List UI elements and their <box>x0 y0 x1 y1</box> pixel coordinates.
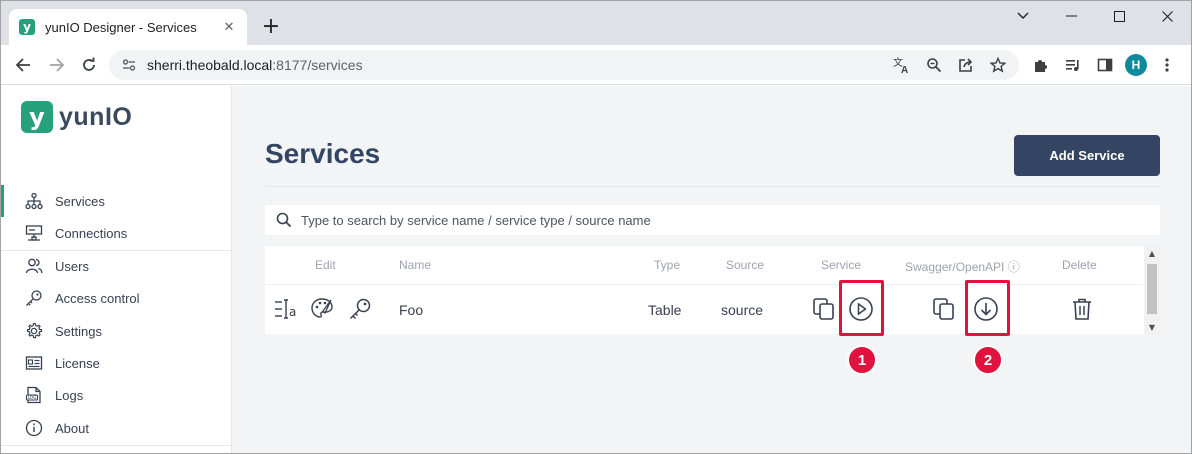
table-scrollbar[interactable]: ▲ ▼ <box>1144 246 1160 334</box>
header-delete: Delete <box>1062 258 1097 272</box>
reload-icon[interactable] <box>77 53 101 77</box>
sidebar-divider <box>1 445 231 446</box>
service-type: Table <box>648 302 682 318</box>
hierarchy-icon <box>25 192 43 210</box>
address-bar[interactable]: sherri.theobald.local:8177/services 文A <box>109 50 1019 80</box>
sidebar-item-label: Services <box>55 193 105 209</box>
omnibox-actions: 文A <box>891 54 1009 76</box>
search-icon <box>275 211 293 229</box>
edit-text-icon[interactable]: a <box>273 296 299 322</box>
profile-avatar[interactable]: H <box>1125 54 1147 76</box>
header-name[interactable]: Name <box>399 258 431 272</box>
sidebar: y yunIO Services Connections Users Acces… <box>1 86 232 453</box>
gear-icon <box>25 322 43 340</box>
users-icon <box>25 257 43 275</box>
side-panel-icon[interactable] <box>1093 53 1117 77</box>
services-table: Edit Name Type Source Service Swagger/Op… <box>265 246 1160 334</box>
header-swagger: Swagger/OpenAPI ⓘ <box>905 260 1020 274</box>
info-icon <box>25 419 43 437</box>
sidebar-item-settings[interactable]: Settings <box>1 315 231 347</box>
search-bar[interactable] <box>265 205 1160 235</box>
svg-text:a: a <box>289 305 296 319</box>
sidebar-item-label: Connections <box>55 225 128 241</box>
sidebar-item-label: About <box>55 420 89 436</box>
translate-icon[interactable]: 文A <box>891 54 913 76</box>
header-edit: Edit <box>315 258 336 272</box>
scroll-up-arrow-icon[interactable]: ▲ <box>1147 248 1157 258</box>
tab-close-icon[interactable]: ✕ <box>221 19 237 35</box>
tab-title: yunIO Designer - Services <box>45 19 197 35</box>
annotation-highlight-download <box>965 280 1010 336</box>
sidebar-item-logs[interactable]: LOG Logs <box>1 379 231 411</box>
scroll-down-arrow-icon[interactable]: ▼ <box>1147 322 1157 332</box>
sidebar-item-about[interactable]: About <box>1 412 231 444</box>
add-service-button[interactable]: Add Service <box>1014 135 1160 176</box>
header-source[interactable]: Source <box>726 258 764 272</box>
service-source: source <box>721 302 764 318</box>
license-card-icon <box>25 354 43 372</box>
extension-area: H <box>1029 53 1179 77</box>
copy-service-url-icon[interactable] <box>811 296 837 322</box>
trash-icon[interactable] <box>1069 296 1095 322</box>
browser-tab[interactable]: y yunIO Designer - Services ✕ <box>9 9 247 45</box>
bookmark-star-icon[interactable] <box>987 54 1009 76</box>
browser-toolbar: sherri.theobald.local:8177/services 文A H <box>1 45 1191 85</box>
tab-bar: y yunIO Designer - Services ✕ + <box>1 1 1191 45</box>
zoom-icon[interactable] <box>923 54 945 76</box>
browser-window: y yunIO Designer - Services ✕ + sherri.t… <box>0 0 1192 454</box>
minimize-button[interactable] <box>1047 1 1095 31</box>
edit-design-icon[interactable] <box>309 296 335 322</box>
forward-arrow-icon[interactable] <box>45 53 69 77</box>
url-path: :8177/services <box>272 57 363 73</box>
copy-swagger-url-icon[interactable] <box>931 296 957 322</box>
new-tab-button[interactable]: + <box>259 14 283 39</box>
svg-text:LOG: LOG <box>28 395 37 400</box>
connection-icon <box>25 224 43 242</box>
media-queue-icon[interactable] <box>1061 53 1085 77</box>
svg-text:A: A <box>901 65 908 74</box>
main-panel: Services Add Service Edit Name Type Sour… <box>233 86 1191 453</box>
kebab-menu-icon[interactable] <box>1155 53 1179 77</box>
sidebar-item-services[interactable]: Services <box>1 185 231 217</box>
header-type[interactable]: Type <box>654 258 680 272</box>
sidebar-item-label: Users <box>55 258 89 274</box>
sidebar-item-access-control[interactable]: Access control <box>1 282 231 314</box>
share-icon[interactable] <box>955 54 977 76</box>
scrollbar-thumb[interactable] <box>1147 264 1157 314</box>
search-input[interactable] <box>301 212 1101 228</box>
close-window-button[interactable] <box>1143 1 1191 31</box>
app-content: y yunIO Services Connections Users Acces… <box>1 86 1191 453</box>
annotation-badge-1: 1 <box>847 345 877 375</box>
header-divider <box>265 284 1143 285</box>
logo[interactable]: y yunIO <box>21 101 132 133</box>
sidebar-item-users[interactable]: Users <box>1 250 231 282</box>
url-host: sherri.theobald.local <box>147 57 273 73</box>
back-arrow-icon[interactable] <box>11 53 35 77</box>
maximize-button[interactable] <box>1095 1 1143 31</box>
yunio-logo-icon: y <box>21 101 53 133</box>
title-divider <box>265 186 1160 187</box>
annotation-badge-2: 2 <box>973 345 1003 375</box>
logo-text: yunIO <box>59 102 133 131</box>
page-title: Services <box>265 138 381 169</box>
sidebar-item-label: License <box>55 355 100 371</box>
yunio-favicon-icon: y <box>19 19 35 35</box>
annotation-highlight-run <box>839 280 884 336</box>
url-text: sherri.theobald.local:8177/services <box>147 57 363 73</box>
header-service: Service <box>821 258 862 272</box>
sidebar-item-label: Settings <box>55 323 102 339</box>
site-settings-icon[interactable] <box>121 57 137 73</box>
sidebar-item-label: Logs <box>55 387 84 403</box>
service-name: Foo <box>399 302 424 318</box>
sidebar-item-license[interactable]: License <box>1 347 231 379</box>
extensions-puzzle-icon[interactable] <box>1029 53 1053 77</box>
sidebar-item-connections[interactable]: Connections <box>1 217 231 249</box>
window-controls <box>999 1 1191 31</box>
log-file-icon: LOG <box>25 386 43 404</box>
edit-key-icon[interactable] <box>347 296 373 322</box>
key-icon <box>25 289 43 307</box>
sidebar-item-label: Access control <box>55 290 140 306</box>
tab-search-chevron-icon[interactable] <box>999 1 1047 31</box>
